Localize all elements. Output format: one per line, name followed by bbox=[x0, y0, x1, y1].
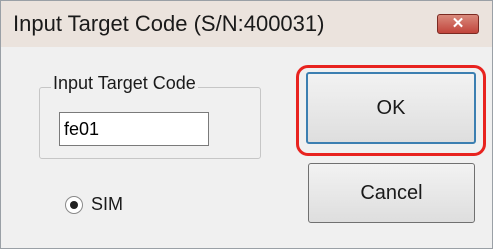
close-button[interactable]: ✕ bbox=[437, 14, 479, 34]
close-icon: ✕ bbox=[451, 15, 465, 32]
ok-button[interactable]: OK bbox=[306, 72, 476, 144]
group-label: Input Target Code bbox=[51, 73, 198, 94]
title-bar: Input Target Code (S/N:400031) ✕ bbox=[1, 1, 492, 47]
radio-button[interactable] bbox=[65, 196, 83, 214]
sim-radio-label: SIM bbox=[91, 194, 124, 214]
cancel-button[interactable]: Cancel bbox=[308, 163, 475, 223]
window-title: Input Target Code (S/N:400031) bbox=[13, 11, 325, 36]
target-code-input[interactable] bbox=[59, 112, 209, 146]
input-target-code-dialog: Input Target Code (S/N:400031) ✕ Input T… bbox=[0, 0, 493, 249]
radio-selected-dot bbox=[70, 201, 78, 209]
